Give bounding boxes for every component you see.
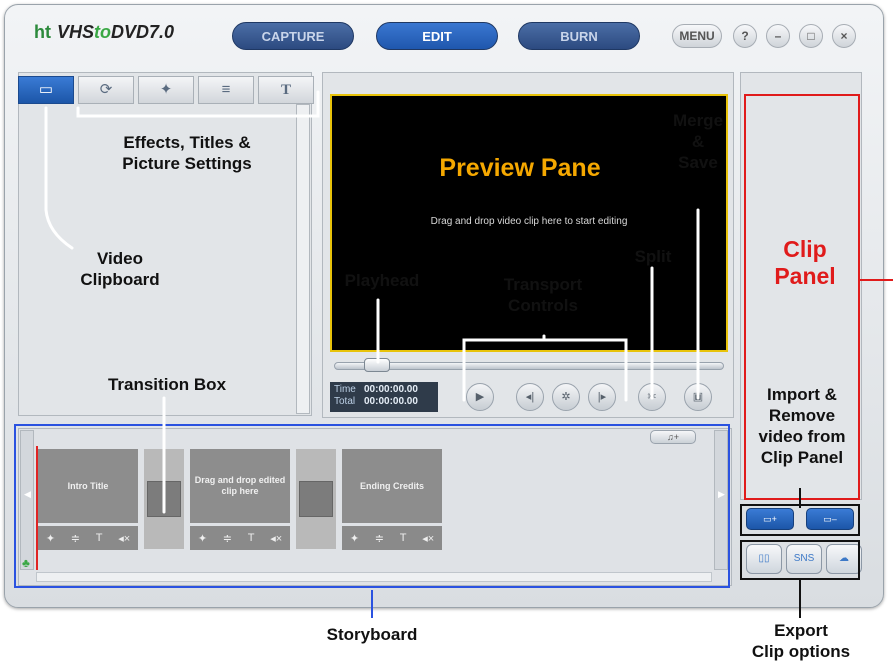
play-button[interactable]: ▶ <box>466 383 494 411</box>
edit-mode-button[interactable]: EDIT <box>376 22 498 50</box>
time-label: Time <box>334 384 356 395</box>
annotated-screenshot: ht VHStoDVD7.0 CAPTURE EDIT BURN MENU ? –… <box>0 0 893 666</box>
app-logo: ht VHStoDVD7.0 <box>34 22 174 43</box>
maximize-button[interactable]: □ <box>799 24 823 48</box>
tab-video-clipboard[interactable]: ▭ <box>18 76 74 104</box>
preview-hint: Drag and drop video clip here to start e… <box>430 216 628 227</box>
swirl-effects-icon: ⟳ <box>99 81 113 98</box>
title-text-icon: T <box>280 82 291 98</box>
video-clipboard-panel[interactable] <box>18 72 312 416</box>
callout-split: Split <box>634 247 672 266</box>
minimize-button[interactable]: – <box>766 24 790 48</box>
timeline-scrubber[interactable] <box>334 362 724 370</box>
help-button[interactable]: ? <box>733 24 757 48</box>
tab-picture-settings[interactable]: ≡ <box>198 76 254 104</box>
callout-playhead: Playhead <box>344 271 420 290</box>
menu-button[interactable]: MENU <box>672 24 722 48</box>
tab-magic[interactable]: ✦ <box>138 76 194 104</box>
callout-video-clipboard: Video Clipboard <box>80 249 160 289</box>
callout-preview-pane: Preview Pane <box>439 154 601 182</box>
capture-mode-button[interactable]: CAPTURE <box>232 22 354 50</box>
magic-wand-icon: ✦ <box>159 81 173 98</box>
logo-dvd: DVD <box>111 22 150 42</box>
callout-transport-controls: Transport Controls <box>503 275 583 315</box>
close-button[interactable]: × <box>832 24 856 48</box>
playhead-handle[interactable] <box>364 358 390 372</box>
film-strip-icon: ▭ <box>38 81 54 98</box>
save-button[interactable]: ▣ <box>684 383 712 411</box>
next-frame-button[interactable]: |▸ <box>588 383 616 411</box>
time-display: Time 00:00:00.00 Total 00:00:00.00 <box>330 382 438 412</box>
callout-effects: Effects, Titles & Picture Settings <box>122 133 252 173</box>
total-label: Total <box>334 396 356 407</box>
callout-import-remove: Import & Remove video from Clip Panel <box>758 385 846 467</box>
callout-clip-panel: Clip Panel <box>774 236 836 289</box>
sliders-icon: ≡ <box>221 81 231 98</box>
logo-version: 7.0 <box>149 22 175 42</box>
logo-vhs: VHS <box>57 22 95 42</box>
play-icon: ▶ <box>475 391 485 403</box>
storyboard-highlight <box>14 424 730 588</box>
tab-titles[interactable]: T <box>258 76 314 104</box>
step-forward-icon: |▸ <box>597 391 607 403</box>
step-back-icon: ◂| <box>525 391 535 403</box>
gear-icon: ✲ <box>561 391 571 403</box>
scissors-icon: ✂ <box>647 391 657 403</box>
split-button[interactable]: ✂ <box>638 383 666 411</box>
prev-frame-button[interactable]: ◂| <box>516 383 544 411</box>
logo-to: to <box>94 22 112 42</box>
floppy-disk-icon: ▣ <box>692 391 704 403</box>
total-value: 00:00:00.00 <box>364 396 418 407</box>
logo-mark: ht <box>34 22 51 42</box>
tab-effects[interactable]: ⟳ <box>78 76 134 104</box>
time-value: 00:00:00.00 <box>364 384 418 395</box>
callout-export-clip-options: Export Clip options <box>751 621 851 661</box>
callout-merge-save: Merge & Save <box>672 111 724 172</box>
burn-mode-button[interactable]: BURN <box>518 22 640 50</box>
settings-button[interactable]: ✲ <box>552 383 580 411</box>
callout-transition-box: Transition Box <box>107 375 227 394</box>
clipboard-scrollbar[interactable] <box>296 104 310 414</box>
export-highlight <box>740 540 860 580</box>
callout-storyboard: Storyboard <box>326 625 418 644</box>
import-remove-highlight <box>740 504 860 536</box>
